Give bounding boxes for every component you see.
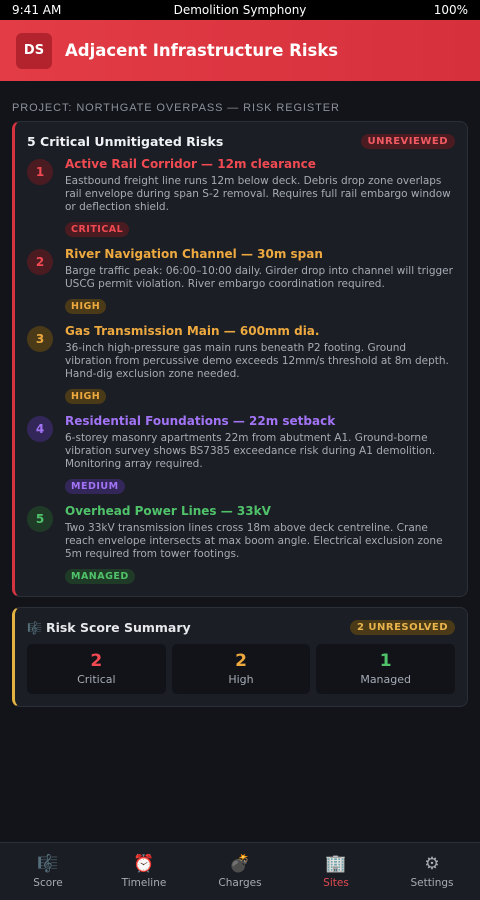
office-building-icon: 🏢 bbox=[325, 854, 347, 874]
risk-item[interactable]: 4 Residential Foundations — 22m setback 6-… bbox=[27, 414, 455, 494]
project-label: PROJECT: NORTHGATE OVERPASS — RISK REGIS… bbox=[12, 102, 340, 114]
status-title: Demolition Symphony bbox=[173, 3, 307, 17]
risk-item[interactable]: 5 Overhead Power Lines — 33kV Two 33kV tra… bbox=[27, 504, 455, 584]
risk-description: Barge traffic peak: 06:00–10:00 daily. G… bbox=[65, 265, 453, 290]
tab-label: Settings bbox=[410, 877, 454, 889]
stat-value: 1 bbox=[379, 651, 392, 671]
tab-timeline[interactable]: ⏰ Timeline bbox=[96, 843, 192, 900]
stat-value: 2 bbox=[90, 651, 103, 671]
stat-managed: 1 Managed bbox=[316, 644, 456, 694]
risk-title: Residential Foundations — 22m setback bbox=[65, 414, 336, 428]
status-time: 9:41 AM bbox=[12, 3, 62, 17]
risk-item[interactable]: 3 Gas Transmission Main — 600mm dia. 36-in… bbox=[27, 324, 455, 404]
risk-number: 1 bbox=[27, 159, 53, 185]
tab-sites[interactable]: 🏢 Sites bbox=[288, 843, 384, 900]
tab-label: Score bbox=[33, 877, 63, 889]
unresolved-badge: 2 UNRESOLVED bbox=[349, 620, 455, 635]
tab-settings[interactable]: ⚙ Settings bbox=[384, 843, 480, 900]
risk-level-tag: HIGH bbox=[65, 389, 107, 404]
stat-label: Critical bbox=[77, 673, 116, 686]
risk-level-tag: MEDIUM bbox=[65, 479, 125, 494]
risk-number: 4 bbox=[27, 416, 53, 442]
music-score-icon: 🎼 bbox=[27, 620, 42, 635]
alarm-clock-icon: ⏰ bbox=[133, 854, 155, 874]
tab-score[interactable]: 🎼 Score bbox=[0, 843, 96, 900]
risk-title: Active Rail Corridor — 12m clearance bbox=[65, 157, 316, 171]
risk-card: 5 Critical Unmitigated Risks UNREVIEWED … bbox=[12, 121, 468, 597]
stat-value: 2 bbox=[235, 651, 247, 671]
tab-label: Charges bbox=[218, 877, 262, 889]
risk-card-title: 5 Critical Unmitigated Risks bbox=[27, 134, 224, 149]
risk-item[interactable]: 2 River Navigation Channel — 30m span Barg… bbox=[27, 247, 455, 314]
risk-description: 6-storey masonry apartments 22m from abu… bbox=[65, 432, 436, 470]
risk-title: Gas Transmission Main — 600mm dia. bbox=[65, 324, 320, 338]
summary-card: 🎼 Risk Score Summary 2 UNRESOLVED 2 Criti… bbox=[12, 607, 468, 707]
risk-number: 3 bbox=[27, 326, 53, 352]
risk-description: 36-inch high-pressure gas main runs bene… bbox=[65, 342, 449, 380]
risk-title: Overhead Power Lines — 33kV bbox=[65, 504, 271, 518]
status-battery: 100% bbox=[433, 3, 468, 17]
status-bar: 9:41 AM Demolition Symphony 100% bbox=[0, 0, 480, 20]
risk-level-tag: HIGH bbox=[65, 299, 107, 314]
risk-list: 1 Active Rail Corridor — 12m clearance Eas… bbox=[27, 157, 455, 584]
stat-critical: 2 Critical bbox=[27, 644, 166, 694]
app-badge[interactable]: DS bbox=[16, 32, 52, 69]
stats-row: 2 Critical 2 High 1 Managed bbox=[27, 644, 456, 694]
gear-icon: ⚙ bbox=[424, 854, 440, 874]
risk-number: 2 bbox=[27, 249, 53, 275]
tab-label: Timeline bbox=[121, 877, 167, 889]
tab-bar: 🎼 Score ⏰ Timeline 💣 Charges 🏢 Sites ⚙ Settings bbox=[0, 842, 480, 900]
tab-label: Sites bbox=[323, 877, 349, 889]
risk-number: 5 bbox=[27, 506, 53, 532]
app-header: DS Adjacent Infrastructure Risks bbox=[0, 20, 480, 81]
music-score-icon: 🎼 bbox=[37, 854, 59, 874]
summary-title-wrap: 🎼 Risk Score Summary bbox=[27, 620, 191, 635]
unreviewed-badge: UNREVIEWED bbox=[360, 134, 455, 149]
tab-charges[interactable]: 💣 Charges bbox=[192, 843, 288, 900]
summary-title: Risk Score Summary bbox=[45, 620, 191, 635]
stat-high: 2 High bbox=[171, 644, 311, 694]
risk-description: Eastbound freight line runs 12m below de… bbox=[65, 175, 451, 213]
risk-level-tag: CRITICAL bbox=[65, 222, 130, 237]
risk-description: Two 33kV transmission lines cross 18m ab… bbox=[65, 522, 443, 560]
bomb-icon: 💣 bbox=[229, 854, 251, 874]
page-title: Adjacent Infrastructure Risks bbox=[65, 41, 339, 60]
risk-title: River Navigation Channel — 30m span bbox=[65, 247, 323, 261]
risk-item[interactable]: 1 Active Rail Corridor — 12m clearance Eas… bbox=[27, 157, 455, 237]
stat-label: High bbox=[228, 673, 254, 686]
stat-label: Managed bbox=[360, 673, 412, 686]
risk-level-tag: MANAGED bbox=[65, 569, 135, 584]
